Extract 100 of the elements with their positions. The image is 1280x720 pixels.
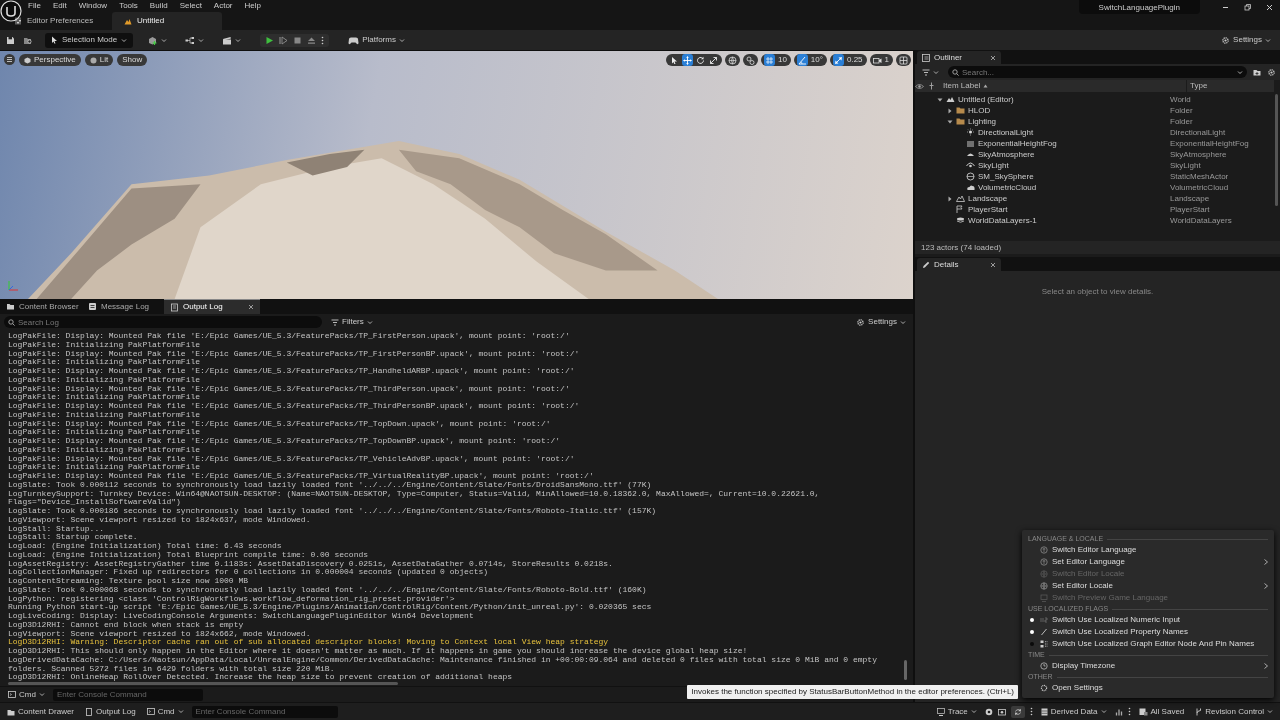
menu-item[interactable]: Display Timezone bbox=[1028, 660, 1268, 672]
folder-search-icon[interactable] bbox=[23, 35, 33, 45]
settings-icon[interactable] bbox=[1267, 67, 1276, 77]
menu-item[interactable]: Switch Use Localized Numeric Input bbox=[1028, 614, 1268, 626]
scrollbar-thumb[interactable] bbox=[904, 660, 907, 680]
transform-tool-button[interactable] bbox=[707, 54, 719, 66]
log-line: LogPakFile: Initializing PakPlatformFile bbox=[8, 393, 201, 402]
tree-row[interactable]: DirectionalLight DirectionalLight bbox=[915, 127, 1280, 138]
column-header[interactable]: Item Label bbox=[943, 81, 981, 91]
bar-chart-icon[interactable] bbox=[1114, 707, 1123, 716]
transform-tool-button[interactable] bbox=[681, 54, 693, 66]
console-mode-dropdown[interactable]: Cmd bbox=[143, 705, 187, 718]
step-icon[interactable] bbox=[279, 35, 289, 45]
menu-item[interactable]: Actor bbox=[207, 1, 239, 11]
close-icon[interactable] bbox=[990, 261, 996, 268]
play-icon[interactable] bbox=[265, 35, 275, 45]
close-icon[interactable] bbox=[990, 54, 996, 61]
stop-icon[interactable] bbox=[293, 35, 303, 45]
panel-tab[interactable]: Details bbox=[917, 258, 1001, 271]
panel-tab[interactable]: Content Browser bbox=[0, 299, 82, 314]
actor-count: 123 actors (74 loaded) bbox=[915, 241, 1280, 254]
document-tab[interactable]: Editor Preferences bbox=[2, 12, 112, 30]
settings-button[interactable]: Settings bbox=[853, 316, 909, 328]
tree-row[interactable]: HLOD Folder bbox=[915, 105, 1280, 116]
menu-item[interactable]: File bbox=[22, 1, 47, 11]
save-all-button[interactable]: All Saved bbox=[1135, 705, 1188, 718]
panel-tab[interactable]: Outliner bbox=[917, 51, 1001, 64]
menu-item[interactable]: Switch Editor Language bbox=[1028, 544, 1268, 556]
restore-icon[interactable] bbox=[1242, 3, 1252, 12]
lighting-mode-button[interactable]: Lit bbox=[84, 54, 114, 66]
grid-snap-toggle[interactable] bbox=[763, 54, 775, 66]
surface-snap-icon[interactable] bbox=[745, 55, 755, 65]
console-input-field[interactable]: Enter Console Command bbox=[52, 688, 203, 701]
show-button[interactable]: Show bbox=[117, 54, 148, 66]
menu-item[interactable]: Switch Use Localized Property Names bbox=[1028, 626, 1268, 638]
tree-row[interactable]: VolumetricCloud VolumetricCloud bbox=[915, 182, 1280, 193]
outliner-search-field[interactable]: Search... bbox=[948, 66, 1247, 78]
tree-row[interactable]: WorldDataLayers-1 WorldDataLayers bbox=[915, 215, 1280, 226]
revision-control-button[interactable]: Revision Control bbox=[1192, 705, 1276, 718]
log-line: LogLoad: (Engine Initialization) Total Blueprint compile time: 0.00 seconds bbox=[8, 550, 370, 559]
selection-mode-dropdown[interactable]: Selection Mode bbox=[45, 32, 134, 48]
log-search-field[interactable]: Search Log bbox=[4, 316, 322, 328]
layout-icon[interactable] bbox=[899, 55, 908, 65]
add-folder-icon[interactable] bbox=[1253, 68, 1261, 76]
document-tab[interactable]: Untitled bbox=[112, 12, 222, 30]
item-label: ExponentialHeightFog bbox=[978, 138, 1057, 149]
menu-item[interactable]: Set Editor Locale bbox=[1028, 580, 1268, 592]
content-drawer-button[interactable]: Content Drawer bbox=[4, 705, 78, 718]
column-header[interactable]: Type bbox=[1186, 80, 1208, 92]
menu-item[interactable]: Help bbox=[238, 1, 267, 11]
settings-icon[interactable] bbox=[856, 317, 866, 327]
switch-language-button[interactable] bbox=[1010, 705, 1025, 718]
menu-item[interactable]: Set Editor Language bbox=[1028, 556, 1268, 568]
close-icon[interactable] bbox=[1264, 3, 1274, 12]
expand-arrow-icon[interactable] bbox=[937, 96, 943, 103]
tree-row[interactable]: Untitled (Editor) World bbox=[915, 94, 1280, 105]
menu-item[interactable]: Window bbox=[72, 1, 114, 11]
record-icon[interactable] bbox=[984, 707, 993, 716]
transform-tool-button[interactable] bbox=[694, 54, 706, 66]
tree-row[interactable]: SkyLight SkyLight bbox=[915, 160, 1280, 171]
tree-row[interactable]: SM_SkySphere StaticMeshActor bbox=[915, 171, 1280, 182]
log-line: LogPakFile: Display: Mounted Pak file 'E:/Epic Games/UE_5.3/FeaturePacks/TP_FirstPerson.upack', mount point: 'root:/' bbox=[8, 332, 571, 340]
expand-arrow-icon[interactable] bbox=[947, 195, 953, 202]
derived-data-button[interactable]: Derived Data bbox=[1037, 705, 1110, 718]
tree-row[interactable]: ExponentialHeightFog ExponentialHeightFog bbox=[915, 138, 1280, 149]
menu-item[interactable]: Tools bbox=[113, 1, 144, 11]
tree-row[interactable]: Landscape Landscape bbox=[915, 193, 1280, 204]
close-icon[interactable] bbox=[248, 304, 254, 310]
console-input-field[interactable]: Enter Console Command bbox=[191, 705, 338, 718]
menu-item[interactable]: Select bbox=[173, 1, 208, 11]
globe-icon[interactable] bbox=[727, 55, 737, 65]
panel-tab[interactable]: Output Log bbox=[164, 299, 260, 314]
screenshot-icon[interactable] bbox=[997, 707, 1006, 716]
scrollbar-thumb[interactable] bbox=[1275, 94, 1278, 206]
platforms-button[interactable]: Platforms bbox=[345, 34, 408, 46]
settings-icon[interactable] bbox=[1221, 35, 1231, 45]
menu-item[interactable]: Open Settings bbox=[1028, 682, 1268, 694]
console-mode-dropdown[interactable]: Cmd bbox=[5, 688, 48, 701]
expand-arrow-icon[interactable] bbox=[947, 118, 953, 125]
panel-tab[interactable]: Message Log bbox=[82, 299, 164, 314]
filters-button[interactable]: Filters bbox=[328, 316, 376, 328]
scale-snap-toggle[interactable] bbox=[832, 54, 844, 66]
scrollbar-thumb[interactable] bbox=[8, 682, 398, 685]
tree-row[interactable]: PlayerStart PlayerStart bbox=[915, 204, 1280, 215]
tree-row[interactable]: SkyAtmosphere SkyAtmosphere bbox=[915, 149, 1280, 160]
view-mode-button[interactable]: Perspective bbox=[19, 54, 81, 66]
menu-item[interactable]: Edit bbox=[46, 1, 73, 11]
trace-button[interactable]: Trace bbox=[933, 705, 980, 718]
menu-icon[interactable] bbox=[4, 54, 15, 65]
tree-row[interactable]: Lighting Folder bbox=[915, 116, 1280, 127]
gamepad-icon bbox=[348, 35, 360, 45]
settings-button[interactable]: Settings bbox=[1218, 34, 1274, 46]
expand-arrow-icon[interactable] bbox=[947, 107, 953, 114]
mountain-icon bbox=[946, 95, 955, 104]
menu-item[interactable]: Build bbox=[143, 1, 174, 11]
save-icon[interactable] bbox=[6, 35, 15, 45]
menu-item[interactable]: Switch Use Localized Graph Editor Node And Pin Names bbox=[1028, 638, 1268, 650]
output-log-button[interactable]: Output Log bbox=[82, 705, 139, 718]
eject-icon[interactable] bbox=[307, 35, 317, 45]
angle-snap-toggle[interactable] bbox=[796, 54, 808, 66]
